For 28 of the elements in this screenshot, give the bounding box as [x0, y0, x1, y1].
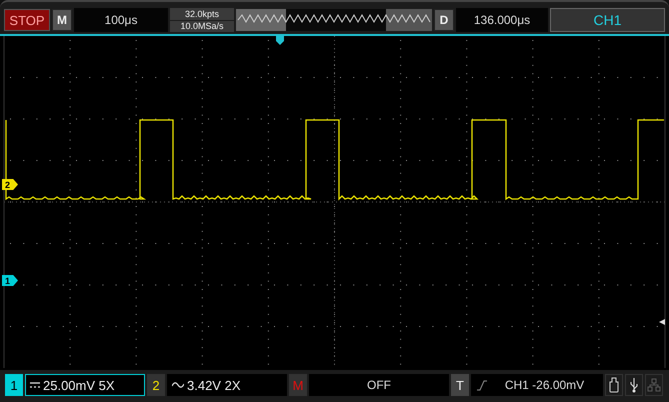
slope-icon — [476, 378, 488, 392]
trigger-level: CH1 -26.00mV — [504, 378, 586, 392]
run-stop-button[interactable]: STOP — [4, 9, 50, 31]
menu-key-button[interactable]: M — [52, 9, 72, 31]
channel-scale-text: 3.42V 2X — [187, 378, 240, 392]
channel-badge[interactable]: 1 — [5, 374, 23, 396]
timebase-value: 100μs — [74, 8, 168, 32]
trigger-badge[interactable]: T — [451, 374, 469, 396]
channel-marker[interactable]: 2 — [2, 179, 18, 190]
network-icon — [645, 374, 663, 396]
usb-icon — [625, 374, 643, 396]
delay-value: 136.000μs — [456, 8, 548, 32]
channel-badge[interactable]: 2 — [147, 374, 165, 396]
channel-scale-field[interactable]: 25.00mV 5X — [25, 374, 145, 396]
channel-marker[interactable]: 1 — [2, 275, 18, 286]
trigger-source[interactable]: CH1 — [550, 8, 665, 32]
math-field[interactable]: OFF — [309, 374, 449, 396]
memory-depth: 32.0kpts — [170, 8, 234, 20]
math-value: OFF — [366, 378, 392, 392]
usb-drive-icon — [605, 374, 623, 396]
dc-coupling-icon — [30, 381, 40, 389]
channel-scale-field[interactable]: 3.42V 2X — [167, 374, 287, 396]
trigger-field[interactable]: CH1 -26.00mV — [471, 374, 603, 396]
delay-key-button[interactable]: D — [434, 9, 454, 31]
trigger-level-arrow-icon — [659, 319, 665, 325]
ac-coupling-icon — [172, 381, 184, 389]
sample-rate: 10.0MSa/s — [170, 20, 234, 32]
channel-scale-text: 25.00mV 5X — [43, 378, 115, 392]
